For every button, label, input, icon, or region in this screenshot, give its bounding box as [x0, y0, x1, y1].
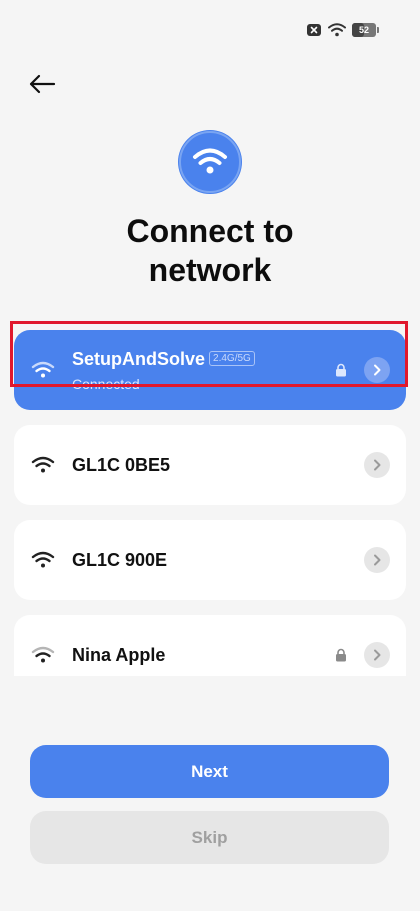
next-button[interactable]: Next [30, 745, 389, 798]
network-name: GL1C 900E [72, 549, 168, 570]
page-title-text: Connect to network [126, 213, 294, 288]
battery-level: 52 [358, 25, 369, 35]
lock-icon [334, 648, 348, 662]
wifi-icon [179, 131, 241, 193]
page-title: Connect to network [0, 212, 420, 290]
wifi-strength-icon [30, 455, 56, 475]
chevron-right-icon [374, 364, 381, 376]
network-details-button[interactable] [364, 642, 390, 668]
network-name: SetupAndSolve [72, 348, 206, 369]
network-list[interactable]: SetupAndSolve 2.4G/5G Connected GL1C 0BE… [14, 330, 406, 676]
network-item-gl1c-0be5[interactable]: GL1C 0BE5 [14, 425, 406, 505]
back-button[interactable] [24, 66, 60, 102]
band-badge: 2.4G/5G [209, 350, 255, 366]
notification-x-icon [306, 22, 322, 38]
network-status: Connected [72, 375, 140, 392]
battery-icon: 52 [352, 23, 379, 37]
chevron-right-icon [374, 554, 381, 566]
skip-button[interactable]: Skip [30, 811, 389, 864]
chevron-right-icon [374, 459, 381, 471]
lock-icon [334, 363, 348, 377]
wifi-strength-icon [30, 550, 56, 570]
network-name: GL1C 0BE5 [72, 454, 171, 475]
wifi-strength-icon [30, 360, 56, 380]
network-details-button[interactable] [364, 357, 390, 383]
network-name: Nina Apple [72, 644, 166, 665]
network-details-button[interactable] [364, 452, 390, 478]
network-item-nina-apple[interactable]: Nina Apple [14, 615, 406, 676]
wifi-strength-icon [30, 645, 56, 665]
network-item-gl1c-900e[interactable]: GL1C 900E [14, 520, 406, 600]
network-details-button[interactable] [364, 547, 390, 573]
chevron-right-icon [374, 649, 381, 661]
status-bar: 52 [306, 20, 379, 40]
arrow-left-icon [29, 74, 56, 94]
network-item-setupandsolve[interactable]: SetupAndSolve 2.4G/5G Connected [14, 330, 406, 410]
hero-wifi-icon [178, 130, 242, 194]
wifi-signal-icon [328, 23, 346, 37]
